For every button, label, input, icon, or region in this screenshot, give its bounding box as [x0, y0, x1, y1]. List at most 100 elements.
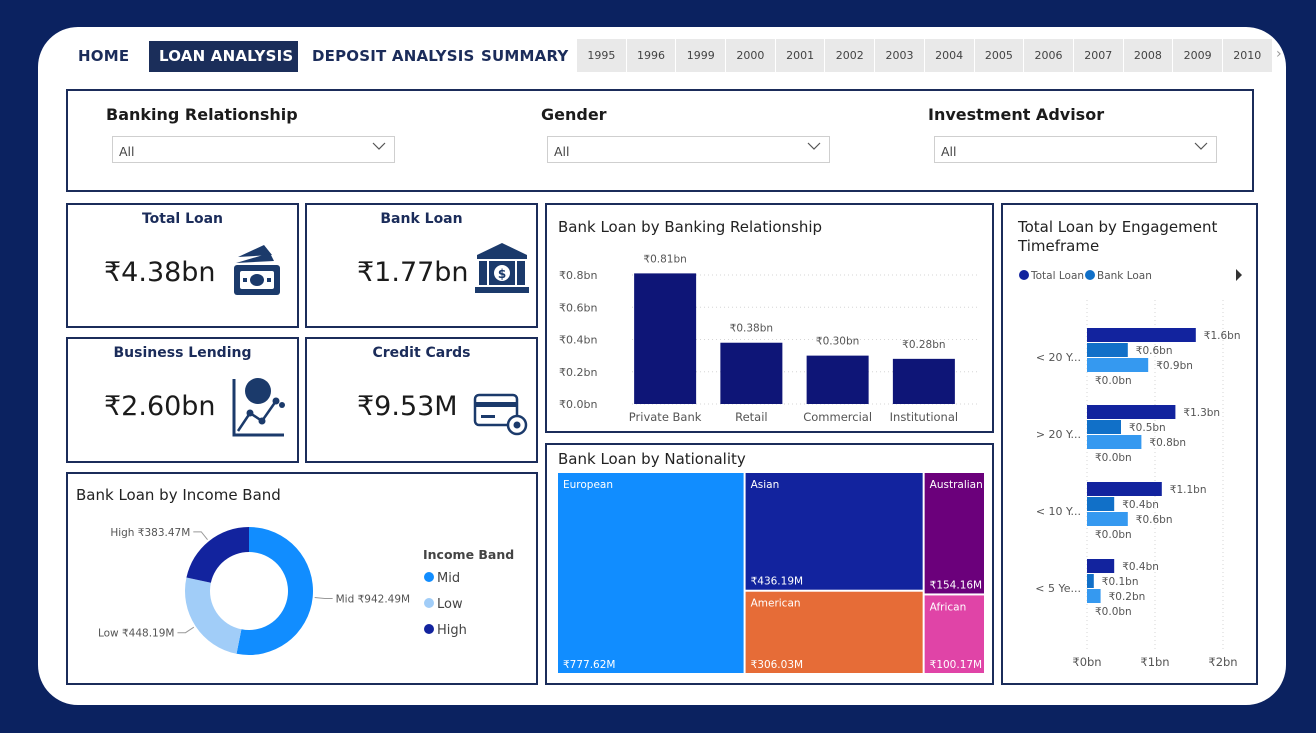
- banking-relationship-value: All: [119, 144, 135, 159]
- year-button-2000[interactable]: 2000: [726, 39, 776, 72]
- chevron-right-icon[interactable]: ›: [1276, 46, 1282, 62]
- x-tick-label: Institutional: [890, 410, 958, 424]
- nav-summary-button[interactable]: SUMMARY: [471, 41, 578, 72]
- year-button-2010[interactable]: 2010: [1222, 39, 1273, 72]
- legend-label: Total Loan: [1030, 270, 1084, 282]
- nav-loan-analysis-button[interactable]: LOAN ANALYSIS: [149, 41, 298, 72]
- x-tick-label: Commercial: [803, 410, 872, 424]
- hbar-svg: Total Loan Bank Loan ₹0bn ₹1bn ₹2bn < 20 Y...…: [1019, 269, 1242, 669]
- data-label: High ₹383.47M: [110, 527, 190, 539]
- y-tick-label: ₹0.0bn: [559, 398, 597, 411]
- bar-svg: ₹0.0bn ₹0.2bn ₹0.4bn ₹0.6bn ₹0.8bn ₹0.81bn Pri…: [559, 253, 977, 424]
- data-label: ₹1.6bn: [1204, 330, 1241, 342]
- cash-icon: [234, 245, 280, 295]
- y-tick-label: < 20 Y...: [1036, 351, 1081, 364]
- bar: [1087, 482, 1162, 496]
- kpi-credit-cards: Credit Cards ₹9.53M: [305, 337, 538, 463]
- kpi-value: ₹2.60bn: [104, 391, 216, 422]
- data-label: ₹0.30bn: [816, 336, 859, 348]
- credit-card-icon: [473, 393, 528, 436]
- gender-label: Gender: [541, 105, 607, 124]
- legend-marker: [424, 598, 434, 608]
- kpi-total-loan: Total Loan ₹4.38bn: [66, 203, 299, 328]
- legend-next-icon: [1236, 269, 1242, 281]
- gender-dropdown[interactable]: All: [547, 136, 830, 163]
- year-button-2009[interactable]: 2009: [1173, 39, 1223, 72]
- legend-marker: [1085, 270, 1095, 280]
- bank-icon: $: [475, 243, 529, 293]
- x-tick-label: Private Bank: [629, 410, 702, 424]
- bar: [1087, 589, 1101, 603]
- year-button-1995[interactable]: 1995: [577, 39, 627, 72]
- tile-value: ₹100.17M: [930, 659, 982, 671]
- data-label: ₹0.8bn: [1149, 437, 1186, 449]
- chevron-down-icon: [1194, 142, 1208, 150]
- year-button-2002[interactable]: 2002: [825, 39, 876, 72]
- kpi-value: ₹4.38bn: [104, 257, 216, 288]
- year-button-2003[interactable]: 2003: [875, 39, 925, 72]
- data-label: ₹0.4bn: [1122, 499, 1159, 511]
- bar: [1087, 512, 1128, 526]
- nav-deposit-analysis-button[interactable]: DEPOSIT ANALYSIS: [302, 41, 485, 72]
- y-tick-label: < 10 Y...: [1036, 505, 1081, 518]
- data-label: ₹0.9bn: [1156, 360, 1193, 372]
- chevron-down-icon: [807, 142, 821, 150]
- kpi-value: ₹9.53M: [357, 391, 458, 422]
- bar: [634, 273, 697, 404]
- tile-value: ₹154.16M: [930, 579, 982, 591]
- bar: [1087, 328, 1196, 342]
- investment-advisor-label: Investment Advisor: [928, 105, 1105, 124]
- year-button-2008[interactable]: 2008: [1123, 39, 1174, 72]
- year-button-1999[interactable]: 1999: [676, 39, 727, 72]
- year-slicer: 1995 1996 1999 2000 2001 2002 2003 2004 2005 2006…: [577, 39, 1273, 72]
- data-label: ₹0.0bn: [1095, 529, 1132, 541]
- bar: [1087, 435, 1142, 449]
- year-button-2001[interactable]: 2001: [775, 39, 826, 72]
- legend-label: Mid: [437, 571, 460, 586]
- leader-line: [193, 531, 208, 540]
- bar: [1087, 574, 1094, 588]
- bar: [1087, 420, 1121, 434]
- bar: [1087, 559, 1115, 573]
- bar: [892, 358, 955, 404]
- growth-chart-icon: [232, 378, 285, 437]
- year-button-2005[interactable]: 2005: [974, 39, 1025, 72]
- donut-svg: Mid ₹942.49M Low ₹448.19M High ₹383.47M Inc…: [98, 527, 514, 655]
- legend-marker: [424, 624, 434, 634]
- data-label: ₹1.1bn: [1170, 484, 1207, 496]
- investment-advisor-dropdown[interactable]: All: [934, 136, 1217, 163]
- data-label: ₹0.38bn: [730, 323, 773, 335]
- nationality-treemap-chart: Bank Loan by Nationality European ₹777.62…: [545, 443, 994, 685]
- x-tick-label: ₹2bn: [1208, 655, 1237, 669]
- year-button-2004[interactable]: 2004: [924, 39, 975, 72]
- svg-text:$: $: [498, 267, 506, 281]
- year-button-1996[interactable]: 1996: [626, 39, 677, 72]
- kpi-bank-loan: Bank Loan ₹1.77bn $: [305, 203, 538, 328]
- year-button-2007[interactable]: 2007: [1073, 39, 1124, 72]
- bar: [1087, 405, 1176, 419]
- nav-home-button[interactable]: HOME: [68, 41, 139, 72]
- data-label: ₹0.0bn: [1095, 606, 1132, 618]
- kpi-title: Business Lending: [113, 345, 252, 361]
- data-label: ₹0.0bn: [1095, 375, 1132, 387]
- treemap-tile: [924, 473, 984, 594]
- tile-label: Asian: [751, 479, 780, 491]
- data-label: ₹1.3bn: [1183, 407, 1220, 419]
- tile-value: ₹306.03M: [751, 659, 803, 671]
- bar: [1087, 358, 1149, 372]
- y-tick-label: ₹0.4bn: [559, 334, 597, 347]
- banking-relationship-dropdown[interactable]: All: [112, 136, 395, 163]
- donut-slice: [185, 577, 242, 654]
- tile-label: American: [751, 598, 801, 610]
- tile-value: ₹777.62M: [563, 659, 615, 671]
- donut-slice: [186, 527, 249, 583]
- investment-advisor-value: All: [941, 144, 957, 159]
- data-label: ₹0.4bn: [1122, 561, 1159, 573]
- leader-line: [177, 626, 195, 634]
- year-button-2006[interactable]: 2006: [1024, 39, 1074, 72]
- treemap-svg: European ₹777.62M Asian ₹436.19M Australian ₹…: [558, 473, 984, 673]
- y-tick-label: > 20 Y...: [1036, 428, 1081, 441]
- x-tick-label: ₹0bn: [1072, 655, 1101, 669]
- data-label: Low ₹448.19M: [98, 628, 175, 640]
- data-label: Mid ₹942.49M: [336, 593, 410, 605]
